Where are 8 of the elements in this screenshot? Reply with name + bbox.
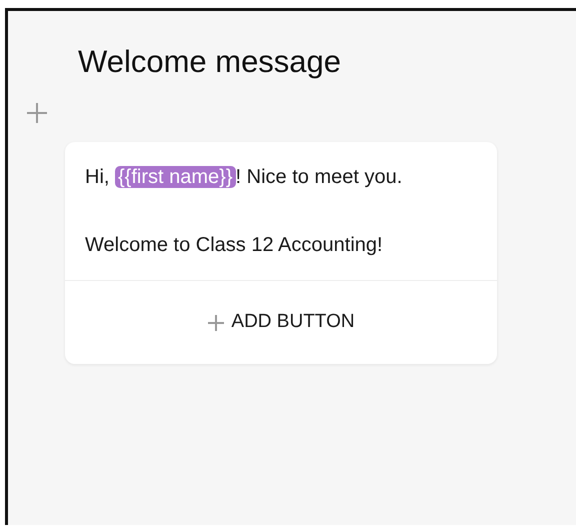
variable-tag: {{first name}} (115, 166, 236, 188)
add-button[interactable]: ADD BUTTON (65, 280, 497, 364)
plus-icon (207, 314, 226, 332)
add-icon[interactable] (26, 102, 48, 124)
message-text: Hi, (85, 166, 110, 188)
message-text: Welcome to Class 12 Accounting! (85, 234, 383, 256)
section-title: Welcome message (78, 43, 342, 80)
message-text: ! Nice to meet you. (236, 166, 402, 188)
